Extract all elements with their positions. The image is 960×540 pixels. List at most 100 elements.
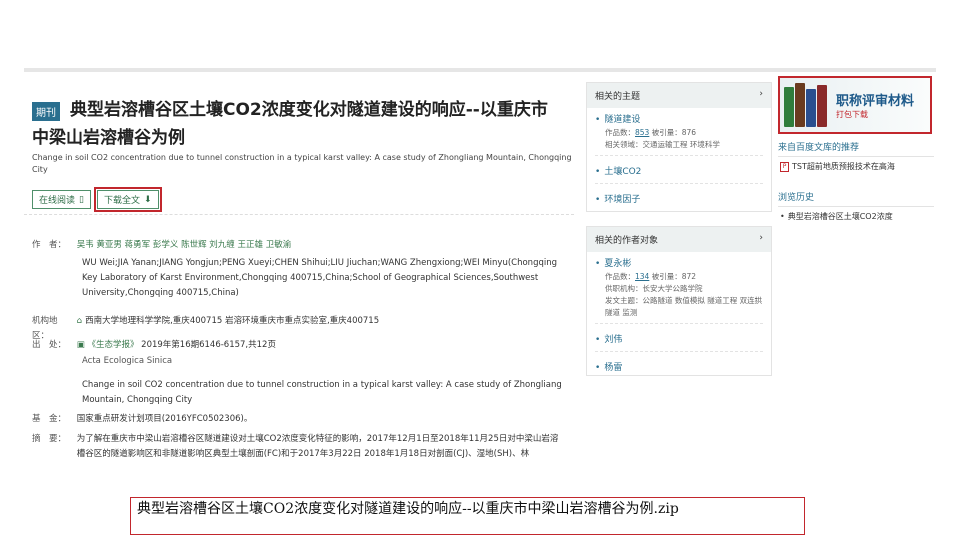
related-authors-header[interactable]: 相关的作者对象 › [587, 227, 771, 252]
institution-link[interactable]: 岩溶环境重庆市重点实验室,重庆400715 [225, 314, 379, 329]
building-icon: ⌂ [76, 316, 83, 326]
ad-text: 职称评审材料 打包下载 [836, 90, 914, 120]
download-label: 下载全文 [103, 196, 140, 206]
topic-name: 土壤CO2 [604, 167, 642, 177]
source-value: ▣ 《生态学报》 2019年第16期6146-6157,共12页 [77, 338, 567, 353]
divider [595, 183, 763, 184]
journal-badge: 期刊 [32, 102, 60, 121]
stats-mid: 被引量： [649, 128, 682, 137]
right-column: 职称评审材料 打包下载 来自百度文库的推荐 P TST超前地质预报技术在高海 浏… [778, 76, 934, 226]
topic-item[interactable]: • 土壤CO2 [587, 160, 771, 179]
institution-link[interactable]: ⌂ 西南大学地理科学学院,重庆400715 [77, 314, 223, 329]
source-row: 出 处： ▣ 《生态学报》 2019年第16期6146-6157,共12页 [32, 338, 567, 353]
abstract-value: 为了解在重庆市中梁山岩溶槽谷区隧道建设对土壤CO2浓度变化特征的影响，2017年… [76, 434, 559, 459]
library-item-title: TST超前地质预报技术在高海 [792, 162, 895, 171]
book-icon: ▯ [79, 194, 84, 205]
bullet-icon: • [595, 195, 601, 205]
institution-name: 岩溶环境重庆市重点实验室,重庆400715 [224, 316, 380, 326]
author-name: 刘伟 [604, 335, 623, 345]
read-online-button[interactable]: 在线阅读 ▯ [32, 190, 91, 209]
works-count[interactable]: 853 [635, 128, 649, 137]
bullet-icon: • [595, 167, 601, 177]
topic-stats: 作品数：853 被引量：876 [587, 127, 771, 139]
related-authors-title: 相关的作者对象 [595, 236, 659, 246]
history-item-title: 典型岩溶槽谷区土壤CO2浓度 [787, 212, 893, 221]
author-name: 夏永彬 [604, 259, 632, 269]
author-link[interactable]: 吴韦 [77, 240, 94, 250]
topic-name: 环境因子 [604, 195, 641, 205]
fund-row: 基 金： 国家重点研发计划项目(2016YFC0502306)。 [32, 412, 567, 427]
ad-title: 职称评审材料 [836, 94, 915, 109]
authors-english: WU Wei;JIA Yanan;JIANG Yongjun;PENG Xuey… [82, 258, 558, 298]
journal-english: Acta Ecologica Sinica [82, 356, 173, 366]
library-heading: 来自百度文库的推荐 [778, 140, 934, 157]
author-name: 杨雷 [604, 363, 623, 373]
article-main: 典型岩溶槽谷区土壤CO2浓度变化对隧道建设的响应--以重庆市中梁山岩溶槽谷为例 … [24, 72, 586, 468]
bullet-icon: • [595, 363, 601, 373]
cites-count: 872 [681, 272, 697, 281]
read-online-label: 在线阅读 [39, 196, 76, 206]
institution-name: 西南大学地理科学学院,重庆400715 [85, 316, 223, 326]
divider [595, 155, 763, 156]
history-item[interactable]: • 典型岩溶槽谷区土壤CO2浓度 [778, 207, 934, 226]
topic-item[interactable]: • 隧道建设 [587, 108, 771, 127]
related-topics-header[interactable]: 相关的主题 › [587, 83, 771, 108]
fund-value: 国家重点研发计划项目(2016YFC0502306)。 [76, 414, 253, 424]
journal-link[interactable]: 《生态学报》 [87, 340, 138, 350]
topic-name: 隧道建设 [604, 115, 641, 125]
authors-row: 作 者： 吴韦 黄亚男 蒋勇军 彭学义 陈世辉 刘九缠 王正雄 卫敏渝 [32, 238, 567, 253]
author-link[interactable]: 王正雄 [238, 240, 264, 250]
divider [595, 351, 763, 352]
author-link[interactable]: 卫敏渝 [266, 240, 292, 250]
bullet-icon: • [595, 115, 601, 125]
works-count[interactable]: 134 [635, 272, 649, 281]
history-heading: 浏览历史 [778, 190, 934, 207]
stats-prefix: 作品数： [605, 272, 635, 281]
related-authors-box: 相关的作者对象 › • 夏永彬 作品数：134 被引量：872 供职机构：长安大学… [586, 226, 772, 376]
source-label: 出 处： [32, 340, 67, 350]
stats-mid: 被引量： [649, 272, 682, 281]
author-item[interactable]: • 夏永彬 [587, 252, 771, 271]
author-link[interactable]: 彭学义 [153, 240, 179, 250]
cites-count: 876 [681, 128, 697, 137]
chevron-right-icon: › [759, 89, 763, 99]
download-icon: ⬇ [143, 194, 152, 205]
journal-icon: ▣ [76, 340, 85, 350]
journal-issue: 2019年第16期6146-6157,共12页 [141, 340, 276, 350]
ad-banner[interactable]: 职称评审材料 打包下载 [778, 76, 932, 134]
source-english: Change in soil CO2 concentration due to … [82, 380, 562, 405]
related-topics-box: 相关的主题 › • 隧道建设 作品数：853 被引量：876 相关领域：交通运输工… [586, 82, 772, 212]
bullet-icon: • [595, 259, 601, 269]
article-title: 典型岩溶槽谷区土壤CO2浓度变化对隧道建设的响应--以重庆市中梁山岩溶槽谷为例 [32, 100, 548, 148]
ad-subtitle: 打包下载 [836, 110, 868, 119]
bullet-icon: • [595, 335, 601, 345]
author-link[interactable]: 陈世辉 [181, 240, 207, 250]
bullet-icon: • [780, 212, 785, 221]
author-item[interactable]: • 刘伟 [587, 328, 771, 347]
fund-label: 基 金： [32, 414, 67, 424]
topic-related-fields: 相关领域：交通运输工程 环境科学 [605, 140, 720, 149]
author-topics: 发文主题：公路隧道 数值模拟 隧道工程 双连拱隧道 监测 [605, 296, 763, 317]
action-buttons: 在线阅读 ▯ 下载全文 ⬇ [32, 187, 162, 212]
file-caption: 典型岩溶槽谷区土壤CO2浓度变化对隧道建设的响应--以重庆市中梁山岩溶槽谷为例.… [130, 497, 805, 535]
abstract-label: 摘 要： [32, 434, 67, 444]
authors-value: 吴韦 黄亚男 蒋勇军 彭学义 陈世辉 刘九缠 王正雄 卫敏渝 [77, 238, 567, 253]
related-sidebar: 相关的主题 › • 隧道建设 作品数：853 被引量：876 相关领域：交通运输工… [586, 82, 772, 468]
author-link[interactable]: 蒋勇军 [125, 240, 151, 250]
divider [595, 323, 763, 324]
author-link[interactable]: 刘九缠 [209, 240, 235, 250]
topic-item[interactable]: • 环境因子 [587, 188, 771, 211]
chevron-right-icon: › [759, 233, 763, 243]
library-item[interactable]: P TST超前地质预报技术在高海 [778, 157, 934, 176]
article-english-title: Change in soil CO2 concentration due to … [32, 153, 572, 174]
author-item[interactable]: • 杨雷 [587, 356, 771, 375]
stats-prefix: 作品数： [605, 128, 635, 137]
author-org: 供职机构：长安大学公路学院 [605, 284, 703, 293]
related-topics-title: 相关的主题 [595, 92, 641, 102]
author-stats: 作品数：134 被引量：872 [587, 271, 771, 283]
divider [24, 214, 574, 215]
download-fulltext-button[interactable]: 下载全文 ⬇ [93, 187, 162, 212]
author-link[interactable]: 黄亚男 [96, 240, 122, 250]
institution-value: ⌂ 西南大学地理科学学院,重庆400715 岩溶环境重庆市重点实验室,重庆4007… [77, 314, 567, 329]
abstract-row: 摘 要： 为了解在重庆市中梁山岩溶槽谷区隧道建设对土壤CO2浓度变化特征的影响，… [32, 432, 567, 462]
